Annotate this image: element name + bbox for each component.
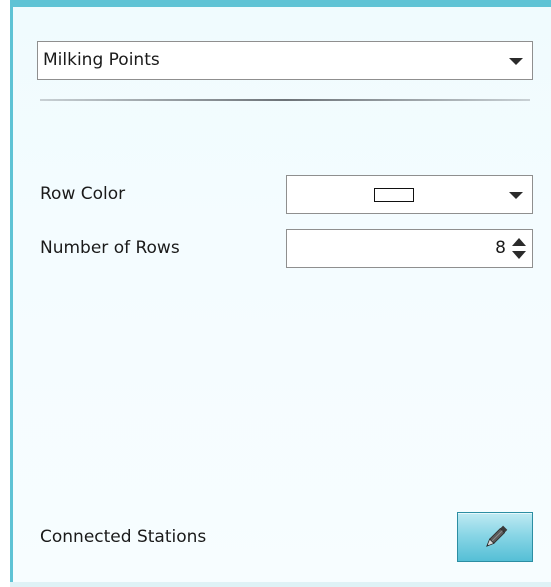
number-of-rows-stepper[interactable]: 8	[286, 229, 533, 268]
connected-stations-label: Connected Stations	[40, 527, 207, 547]
category-dropdown-value: Milking Points	[43, 50, 160, 70]
chevron-down-icon[interactable]	[509, 192, 523, 199]
number-of-rows-value[interactable]: 8	[495, 230, 506, 267]
outer-margin	[0, 0, 10, 587]
pencil-icon	[486, 525, 508, 547]
color-swatch	[374, 188, 414, 202]
chevron-down-icon[interactable]	[509, 58, 523, 65]
arrow-up-icon	[512, 238, 526, 246]
panel-bottom-edge	[10, 582, 551, 587]
number-of-rows-label: Number of Rows	[40, 238, 180, 258]
category-dropdown[interactable]: Milking Points	[37, 41, 533, 80]
settings-panel	[10, 0, 551, 582]
section-divider	[40, 99, 530, 101]
row-color-dropdown[interactable]	[286, 175, 533, 214]
decrement-button[interactable]	[511, 249, 527, 261]
edit-connected-stations-button[interactable]	[457, 512, 533, 562]
increment-button[interactable]	[511, 236, 527, 248]
arrow-down-icon	[512, 251, 526, 259]
row-color-label: Row Color	[40, 184, 126, 204]
